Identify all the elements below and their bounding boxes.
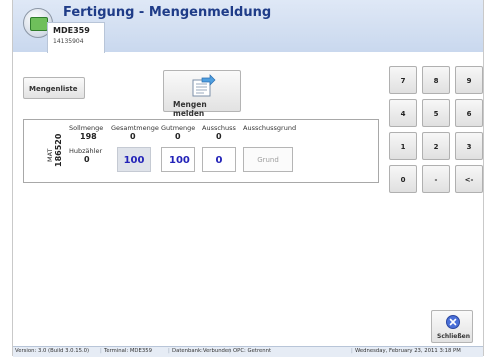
ausschuss-header: Ausschuss	[202, 124, 236, 132]
key-0[interactable]: 0	[389, 165, 417, 193]
gesamtmenge-value: 0	[130, 132, 136, 141]
status-opc: OPC: Getrennt	[233, 348, 272, 354]
side-id: 186520	[54, 133, 63, 167]
application-window: Fertigung - Mengenmeldung MDE359 1413590…	[12, 0, 484, 357]
gesamtmenge-header: Gesamtmenge	[111, 124, 159, 132]
quantity-entry-panel: MAT 186520 Sollmenge 198 Hubzähler 0 Ges…	[23, 119, 379, 183]
ausschussgrund-header: Ausschussgrund	[243, 124, 297, 132]
gutmenge-header: Gutmenge	[161, 124, 196, 132]
send-quantity-icon	[192, 74, 216, 97]
gesamtmenge-box: 100	[117, 147, 151, 172]
station-id: 14135904	[53, 38, 84, 45]
key-7[interactable]: 7	[389, 66, 417, 94]
key-2[interactable]: 2	[422, 132, 450, 160]
ausschuss-input[interactable]: 0	[202, 147, 236, 172]
key-9[interactable]: 9	[455, 66, 483, 94]
ausschuss-value: 0	[216, 132, 222, 141]
key-4[interactable]: 4	[389, 99, 417, 127]
key-3[interactable]: 3	[455, 132, 483, 160]
hubzaehler-label: Hubzähler	[69, 147, 103, 155]
tab-station[interactable]: MDE359 14135904	[47, 22, 105, 53]
gutmenge-value: 0	[175, 132, 181, 141]
status-version: Version: 3.0 (Build 3.0.15.0)	[15, 348, 90, 354]
key-5[interactable]: 5	[422, 99, 450, 127]
key-backspace[interactable]: <-	[455, 165, 483, 193]
gutmenge-input[interactable]: 100	[161, 147, 195, 172]
station-name: MDE359	[53, 26, 90, 35]
mengen-melden-button[interactable]: Mengen melden	[163, 70, 241, 118]
page-title: Fertigung - Mengenmeldung	[63, 5, 272, 20]
sollmenge-header: Sollmenge	[69, 124, 104, 132]
status-terminal: Terminal: MDE359	[104, 348, 152, 354]
status-datetime: Wednesday, February 23, 2011 3:18 PM	[355, 348, 461, 354]
key-1[interactable]: 1	[389, 132, 417, 160]
key-6[interactable]: 6	[455, 99, 483, 127]
hubzaehler-value: 0	[84, 155, 90, 164]
close-icon	[446, 315, 460, 329]
title-bar: Fertigung - Mengenmeldung MDE359 1413590…	[13, 0, 483, 53]
mengenliste-button[interactable]: Mengenliste	[23, 77, 85, 99]
grund-button[interactable]: Grund	[243, 147, 293, 172]
sollmenge-value: 198	[80, 132, 97, 141]
close-button[interactable]: Schließen	[431, 310, 473, 343]
key-8[interactable]: 8	[422, 66, 450, 94]
status-database: Datenbank:Verbunden	[172, 348, 232, 354]
status-bar: Version: 3.0 (Build 3.0.15.0) | Terminal…	[13, 346, 483, 357]
key-minus[interactable]: -	[422, 165, 450, 193]
side-label: MAT	[46, 148, 54, 162]
